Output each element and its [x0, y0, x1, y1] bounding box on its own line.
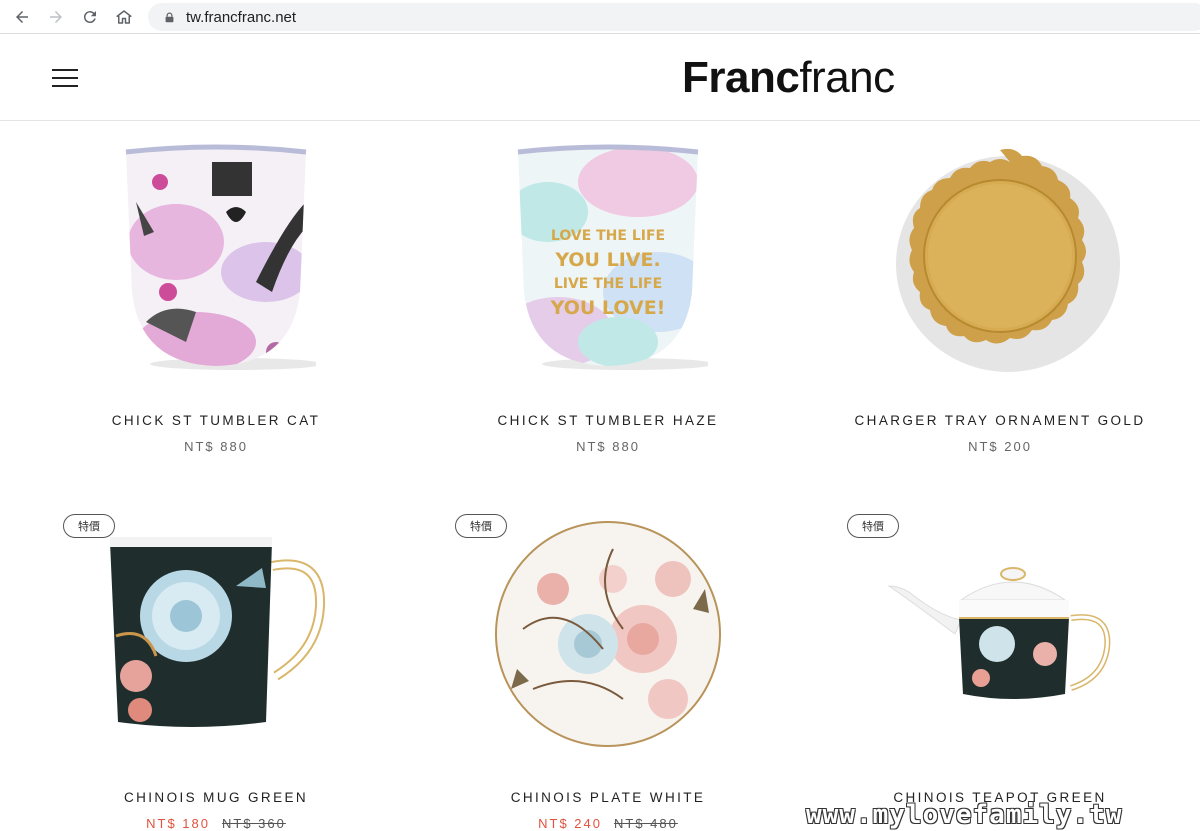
product-image-cat-tumbler[interactable]	[20, 137, 412, 377]
product-image-chinois-mug[interactable]	[20, 514, 412, 754]
product-name[interactable]: CHINOIS PLATE WHITE	[412, 790, 804, 805]
reload-icon[interactable]	[78, 5, 102, 29]
product-name[interactable]: CHICK ST TUMBLER HAZE	[412, 413, 804, 428]
product-price: NT$ 180 NT$ 360	[20, 816, 412, 831]
original-price: NT$ 480	[614, 816, 678, 831]
tumbler-text-line: YOU LOVE!	[550, 297, 666, 319]
product-card[interactable]: 特價 CHINOIS TEAPOT GREEN	[804, 514, 1196, 805]
product-name[interactable]: CHICK ST TUMBLER CAT	[20, 413, 412, 428]
product-name[interactable]: CHINOIS MUG GREEN	[20, 790, 412, 805]
original-price: NT$ 360	[222, 816, 286, 831]
menu-icon[interactable]	[52, 69, 80, 89]
francfranc-logo[interactable]: Francfranc	[682, 53, 895, 103]
tumbler-text-line: YOU LIVE.	[554, 249, 660, 271]
product-image-chinois-plate[interactable]	[412, 514, 804, 754]
product-image-gold-tray[interactable]	[804, 137, 1196, 377]
lock-icon	[162, 10, 176, 24]
product-name[interactable]: CHARGER TRAY ORNAMENT GOLD	[804, 413, 1196, 428]
product-price: NT$ 240 NT$ 480	[412, 816, 804, 831]
tumbler-text-line: LOVE THE LIFE	[551, 228, 665, 244]
address-bar[interactable]: tw.francfranc.net	[148, 3, 1200, 31]
product-card[interactable]: LOVE THE LIFE YOU LIVE. LIVE THE LIFE YO…	[412, 137, 804, 454]
sale-price: NT$ 180	[146, 816, 210, 831]
product-card[interactable]: CHICK ST TUMBLER CAT NT$ 880	[20, 137, 412, 454]
product-image-chinois-teapot[interactable]	[804, 514, 1196, 754]
site-header: Francfranc	[0, 35, 1200, 121]
home-icon[interactable]	[112, 5, 136, 29]
sale-price: NT$ 240	[538, 816, 602, 831]
url-text: tw.francfranc.net	[186, 8, 297, 26]
product-price: NT$ 200	[968, 439, 1032, 454]
product-card[interactable]: CHARGER TRAY ORNAMENT GOLD NT$ 200	[804, 137, 1196, 454]
product-card[interactable]: 特價 CHINOIS MUG GREEN NT$ 180 NT$ 360	[20, 514, 412, 831]
tumbler-text-line: LIVE THE LIFE	[554, 276, 662, 292]
product-price: NT$ 880	[576, 439, 640, 454]
watermark: www.mylovefamily.tw	[806, 800, 1123, 830]
back-arrow-icon[interactable]	[10, 5, 34, 29]
product-price: NT$ 880	[184, 439, 248, 454]
product-grid: CHICK ST TUMBLER CAT NT$ 880 LOVE THE LI…	[0, 121, 1200, 831]
product-image-haze-tumbler[interactable]: LOVE THE LIFE YOU LIVE. LIVE THE LIFE YO…	[412, 137, 804, 377]
browser-toolbar: tw.francfranc.net	[0, 0, 1200, 34]
forward-arrow-icon[interactable]	[44, 5, 68, 29]
product-card[interactable]: 特價 CHINOIS PLATE WHITE NT$ 240 NT$ 480	[412, 514, 804, 831]
